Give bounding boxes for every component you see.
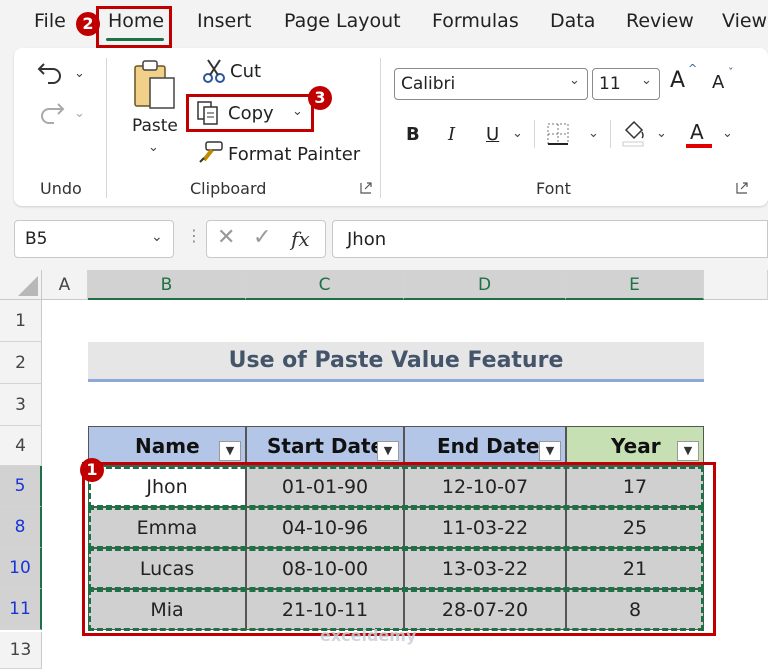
copy-button-highlight [186, 94, 314, 132]
font-name-value: Calibri [401, 74, 456, 94]
undo-icon[interactable] [36, 58, 66, 86]
header-year[interactable]: Year ▼ [566, 426, 704, 466]
row-header-13[interactable]: 13 [0, 632, 42, 669]
home-tab-highlight [96, 6, 172, 48]
callout-badge-1: 1 [80, 458, 104, 482]
fill-color-dropdown-chevron-icon[interactable]: ⌄ [656, 126, 667, 141]
italic-button[interactable]: I [448, 124, 455, 145]
formula-buttons: ✕ ✓ fx [206, 220, 326, 258]
row-header-3[interactable]: 3 [0, 384, 42, 426]
tab-view[interactable]: View [722, 10, 767, 32]
format-painter-button[interactable]: Format Painter [228, 144, 360, 165]
header-end-date[interactable]: End Date ▼ [404, 426, 566, 466]
tab-page-layout[interactable]: Page Layout [284, 10, 401, 32]
font-size-chevron-icon[interactable]: ⌄ [641, 73, 652, 88]
fill-color-icon[interactable] [620, 118, 646, 148]
redo-dropdown-chevron-icon[interactable]: ⌄ [74, 106, 85, 121]
header-year-label: Year [611, 434, 661, 458]
select-all-triangle-icon [18, 276, 38, 296]
filter-active-icon[interactable]: ▼ [219, 441, 241, 461]
font-color-swatch [686, 144, 712, 148]
paste-button[interactable]: Paste [132, 116, 178, 136]
header-start-date[interactable]: Start Date ▼ [246, 426, 404, 466]
filter-dropdown-icon[interactable]: ▼ [539, 441, 561, 461]
formula-bar-grip-icon[interactable]: ⋮ [186, 226, 202, 245]
shrink-font-button[interactable]: A [712, 72, 724, 93]
group-divider [106, 58, 107, 198]
row-header-11[interactable]: 11 [0, 589, 42, 630]
formula-content: Jhon [347, 229, 387, 250]
clipboard-dialog-launcher-icon[interactable] [360, 182, 372, 194]
paste-icon[interactable] [132, 58, 178, 112]
group-divider [380, 58, 381, 198]
redo-icon[interactable] [36, 98, 66, 126]
grow-font-caret-icon: ^ [688, 62, 698, 75]
underline-dropdown-chevron-icon[interactable]: ⌄ [512, 126, 523, 141]
cut-button[interactable]: Cut [230, 61, 261, 82]
font-color-dropdown-chevron-icon[interactable]: ⌄ [722, 126, 733, 141]
header-name[interactable]: Name ▼ [88, 426, 246, 466]
divider [534, 120, 535, 148]
row-header-10[interactable]: 10 [0, 548, 42, 589]
name-box-chevron-icon[interactable]: ⌄ [151, 229, 163, 245]
font-name-chevron-icon[interactable]: ⌄ [569, 73, 580, 88]
row-header-4[interactable]: 4 [0, 426, 42, 466]
grow-font-button[interactable]: A [670, 68, 685, 93]
undo-dropdown-chevron-icon[interactable]: ⌄ [74, 66, 85, 81]
scissors-icon[interactable] [202, 58, 226, 84]
font-color-button[interactable]: A [690, 120, 704, 144]
filter-dropdown-icon[interactable]: ▼ [677, 441, 699, 461]
tab-formulas[interactable]: Formulas [432, 10, 519, 32]
worksheet-grid: A B C D E 1 2 3 4 5 8 10 11 13 Use of Pa… [0, 270, 768, 669]
row-header-8[interactable]: 8 [0, 507, 42, 548]
tab-review[interactable]: Review [626, 10, 694, 32]
header-start-date-label: Start Date [267, 434, 385, 458]
select-all-corner[interactable] [0, 270, 42, 300]
font-group-label: Font [536, 179, 571, 198]
font-size-value: 11 [599, 74, 621, 94]
formula-input[interactable]: Jhon [332, 220, 768, 258]
tab-data[interactable]: Data [550, 10, 595, 32]
row-header-2[interactable]: 2 [0, 342, 42, 384]
tab-file[interactable]: File [34, 10, 66, 32]
font-size-combo[interactable]: 11 ⌄ [592, 68, 660, 100]
column-header-a[interactable]: A [42, 270, 88, 300]
column-header-b[interactable]: B [88, 270, 246, 300]
filter-dropdown-icon[interactable]: ▼ [377, 441, 399, 461]
callout-badge-3: 3 [308, 86, 332, 110]
sheet-title[interactable]: Use of Paste Value Feature [88, 342, 704, 382]
column-header-c[interactable]: C [246, 270, 404, 300]
font-dialog-launcher-icon[interactable] [736, 182, 748, 194]
column-header-d[interactable]: D [404, 270, 566, 300]
header-end-date-label: End Date [437, 434, 540, 458]
header-name-label: Name [135, 434, 200, 458]
undo-group-label: Undo [40, 179, 82, 198]
name-box[interactable]: B5 ⌄ [14, 220, 174, 258]
callout-badge-2: 2 [76, 12, 100, 36]
format-painter-icon[interactable] [198, 140, 224, 164]
clipboard-group-label: Clipboard [190, 179, 267, 198]
row-header-1[interactable]: 1 [0, 300, 42, 342]
tab-insert[interactable]: Insert [197, 10, 252, 32]
divider [610, 120, 611, 148]
borders-dropdown-chevron-icon[interactable]: ⌄ [588, 126, 599, 141]
insert-function-button[interactable]: fx [291, 227, 310, 251]
name-box-value: B5 [25, 229, 48, 249]
watermark: exceldemy [320, 626, 417, 645]
font-name-combo[interactable]: Calibri ⌄ [394, 68, 588, 100]
borders-icon[interactable] [546, 122, 570, 146]
ribbon: ⌄ ⌄ Undo Paste ⌄ Cut Copy ⌄ Format Paint… [14, 48, 768, 206]
paste-dropdown-chevron-icon[interactable]: ⌄ [148, 140, 159, 155]
confirm-entry-icon[interactable]: ✓ [253, 225, 271, 250]
shrink-font-caret-icon: ˇ [728, 66, 734, 79]
row-header-5[interactable]: 5 [0, 466, 42, 507]
selection-highlight [82, 462, 716, 636]
column-header-f[interactable] [704, 270, 768, 300]
bold-button[interactable]: B [406, 124, 420, 145]
column-header-e[interactable]: E [566, 270, 704, 300]
underline-button[interactable]: U [486, 124, 499, 145]
cancel-entry-icon[interactable]: ✕ [217, 225, 235, 250]
